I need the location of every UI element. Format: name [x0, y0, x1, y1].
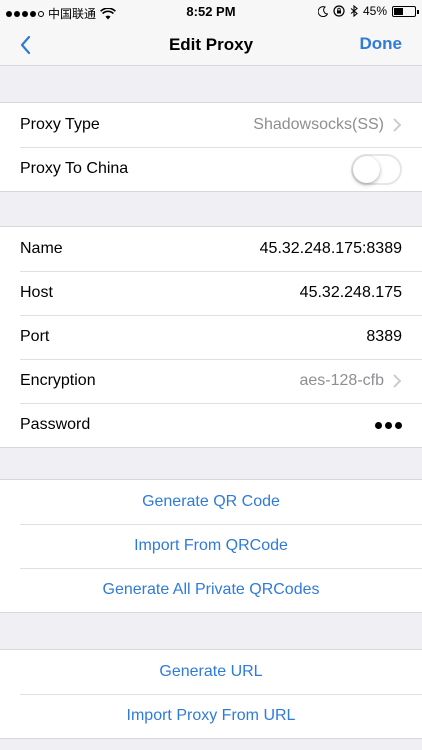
screen: 中国联通 8:52 PM 45% Edit Proxy Done Proxy T…	[0, 0, 422, 750]
battery-level	[394, 7, 403, 15]
generate-qr-code-button[interactable]: Generate QR Code	[142, 493, 280, 511]
port-value[interactable]: 8389	[366, 328, 402, 346]
moon-icon	[317, 5, 328, 17]
proxy-to-china-toggle[interactable]	[351, 153, 402, 185]
navigation-bar: Edit Proxy Done	[0, 24, 422, 66]
proxy-type-row[interactable]: Proxy Type Shadowsocks(SS)	[0, 103, 422, 147]
proxy-to-china-label: Proxy To China	[20, 160, 129, 177]
encryption-value: aes-128-cfb	[299, 372, 385, 389]
import-url-row: Import Proxy From URL	[0, 694, 422, 738]
generate-all-qr-row: Generate All Private QRCodes	[0, 568, 422, 612]
generate-qr-row: Generate QR Code	[0, 480, 422, 524]
port-label: Port	[20, 328, 50, 345]
chevron-right-icon	[393, 374, 402, 388]
host-row[interactable]: Host 45.32.248.175	[0, 271, 422, 315]
orientation-lock-icon	[333, 5, 345, 17]
generate-url-row: Generate URL	[0, 650, 422, 694]
proxy-type-group: Proxy Type Shadowsocks(SS) Proxy To Chin…	[0, 102, 422, 192]
password-row[interactable]: Password	[0, 403, 422, 447]
name-label: Name	[20, 240, 63, 257]
battery-percent: 45%	[362, 4, 387, 18]
status-bar: 中国联通 8:52 PM 45%	[0, 0, 422, 24]
encryption-label: Encryption	[20, 372, 96, 389]
toggle-knob	[353, 155, 380, 183]
generate-url-button[interactable]: Generate URL	[159, 663, 262, 681]
name-value[interactable]: 45.32.248.175:8389	[260, 240, 402, 258]
qr-actions-group: Generate QR Code Import From QRCode Gene…	[0, 479, 422, 613]
url-actions-group: Generate URL Import Proxy From URL	[0, 649, 422, 739]
password-masked-value[interactable]	[375, 421, 402, 429]
host-value[interactable]: 45.32.248.175	[300, 284, 402, 302]
host-label: Host	[20, 284, 53, 301]
proxy-details-group: Name 45.32.248.175:8389 Host 45.32.248.1…	[0, 226, 422, 448]
import-qr-row: Import From QRCode	[0, 524, 422, 568]
import-from-qrcode-button[interactable]: Import From QRCode	[134, 537, 288, 555]
password-label: Password	[20, 416, 91, 433]
encryption-row[interactable]: Encryption aes-128-cfb	[0, 359, 422, 403]
proxy-type-value: Shadowsocks(SS)	[253, 116, 384, 133]
chevron-right-icon	[393, 118, 402, 132]
import-proxy-from-url-button[interactable]: Import Proxy From URL	[127, 707, 296, 725]
proxy-to-china-row: Proxy To China	[0, 147, 422, 191]
proxy-type-label: Proxy Type	[20, 116, 100, 133]
bluetooth-icon	[350, 5, 358, 17]
generate-all-private-qrcodes-button[interactable]: Generate All Private QRCodes	[103, 581, 320, 599]
done-button[interactable]: Done	[360, 34, 403, 54]
name-row[interactable]: Name 45.32.248.175:8389	[0, 227, 422, 271]
battery-icon	[392, 5, 419, 17]
status-right: 45%	[317, 4, 419, 18]
port-row[interactable]: Port 8389	[0, 315, 422, 359]
